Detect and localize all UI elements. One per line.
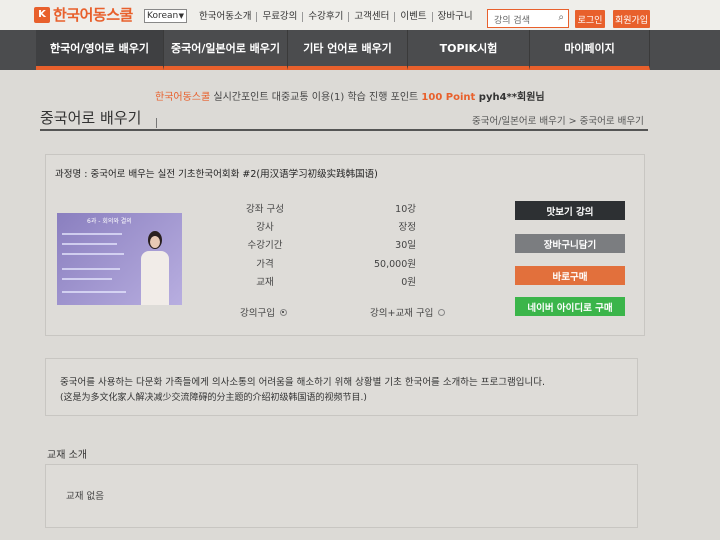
top-menu: 한국어동소개 무료강의 수강후기 고객센터 이벤트 장바구니 — [194, 12, 478, 22]
purchase-option-lecture[interactable]: 강의구입 — [240, 305, 287, 319]
points-banner: 한국어동스쿨 실시간포인트 대중교통 이용(1) 학습 진행 포인트 100 P… — [155, 88, 545, 103]
info-value: 장정 — [398, 222, 416, 233]
tab-mypage[interactable]: 마이페이지 — [530, 30, 650, 70]
top-menu-events[interactable]: 이벤트 — [395, 12, 433, 22]
title-divider — [156, 118, 157, 128]
preview-lecture-button[interactable]: 맛보기 강의 — [515, 201, 625, 220]
breadcrumb[interactable]: 중국어/일본어로 배우기 > 중국어로 배우기 — [472, 113, 644, 127]
info-value: 30일 — [395, 240, 416, 251]
instructor-photo — [139, 231, 171, 305]
radio-selected-icon[interactable] — [279, 308, 287, 316]
course-name: 과정명 : 중국어로 배우는 실전 기초한국어회화 #2(用汉语学习初级实践韩国… — [55, 169, 378, 180]
buy-now-button[interactable]: 바로구매 — [515, 266, 625, 285]
info-label: 가격 — [256, 259, 274, 270]
thumbnail-text-line — [62, 243, 117, 245]
course-thumbnail[interactable]: 6과 - 회의와 결의 — [57, 213, 182, 305]
naver-buy-button[interactable]: 네이버 아이디로 구매 — [515, 297, 625, 316]
points-amount: 100 Point — [421, 92, 476, 103]
top-menu-reviews[interactable]: 수강후기 — [303, 12, 350, 22]
logo-text: 한국어동스쿨 — [53, 6, 133, 24]
logo-mark-icon: K — [34, 6, 50, 23]
main-nav: 한국어/영어로 배우기 중국어/일본어로 배우기 기타 언어로 배우기 TOPI… — [0, 30, 720, 70]
info-value: 0원 — [401, 277, 416, 288]
site-logo[interactable]: K 한국어동스쿨 — [34, 4, 133, 25]
radio-unselected-icon[interactable] — [438, 308, 446, 316]
points-text: 실시간포인트 대중교통 이용(1) 학습 진행 포인트 — [210, 92, 422, 103]
tab-other-languages[interactable]: 기타 언어로 배우기 — [288, 30, 408, 70]
textbook-section-title: 교재 소개 — [47, 450, 87, 461]
add-to-cart-button[interactable]: 장바구니담기 — [515, 234, 625, 253]
textbook-content: 교재 없음 — [66, 491, 104, 502]
points-brand: 한국어동스쿨 — [155, 92, 211, 103]
top-menu-about[interactable]: 한국어동소개 — [194, 12, 258, 22]
info-value: 50,000원 — [374, 259, 416, 270]
top-menu-cart[interactable]: 장바구니 — [433, 12, 478, 22]
purchase-option-label: 강의구입 — [240, 308, 275, 319]
thumbnail-text-line — [62, 268, 120, 270]
tab-korean-english[interactable]: 한국어/영어로 배우기 — [36, 30, 164, 70]
thumbnail-text-line — [62, 278, 112, 280]
info-label: 강좌 구성 — [246, 204, 284, 215]
thumbnail-text-line — [62, 233, 122, 235]
info-value: 10강 — [395, 204, 416, 215]
purchase-option-label: 강의+교재 구입 — [370, 308, 434, 319]
title-rule — [40, 129, 648, 131]
description-chinese: (这是为多文化家人解决减少交流障碍的分主题的介绍初级韩国语的视频节目.) — [60, 393, 367, 403]
top-menu-support[interactable]: 고객센터 — [349, 12, 396, 22]
search-icon[interactable]: ⌕ — [558, 12, 564, 23]
thumbnail-title: 6과 - 회의와 결의 — [87, 218, 132, 225]
tab-chinese-japanese[interactable]: 중국어/일본어로 배우기 — [164, 30, 288, 70]
top-bar: K 한국어동스쿨 Korean ▼ 한국어동소개 무료강의 수강후기 고객센터 … — [0, 0, 720, 30]
info-label: 강사 — [256, 222, 274, 233]
top-menu-free-lectures[interactable]: 무료강의 — [257, 12, 304, 22]
info-label: 교재 — [256, 277, 274, 288]
search-input[interactable]: 강의 검색 ⌕ — [487, 9, 569, 28]
language-select-value: Korean — [147, 11, 179, 21]
thumbnail-text-line — [62, 291, 126, 293]
search-placeholder: 강의 검색 — [494, 16, 530, 26]
info-label: 수강기간 — [247, 240, 283, 251]
language-select[interactable]: Korean ▼ — [144, 9, 187, 23]
points-user: pyh4**회원님 — [475, 92, 545, 103]
description-korean: 중국어를 사용하는 다문화 가족들에게 의사소통의 어려움을 해소하기 위해 상… — [60, 377, 545, 388]
thumbnail-text-line — [62, 253, 124, 255]
chevron-down-icon: ▼ — [178, 12, 184, 20]
tab-topik[interactable]: TOPIK시험 — [408, 30, 530, 70]
textbook-panel — [45, 464, 638, 528]
join-button[interactable]: 회원가입 — [613, 10, 650, 28]
page-title: 중국어로 배우기 — [40, 109, 142, 127]
login-button[interactable]: 로그인 — [575, 10, 605, 28]
purchase-option-lecture-textbook[interactable]: 강의+교재 구입 — [370, 305, 446, 319]
